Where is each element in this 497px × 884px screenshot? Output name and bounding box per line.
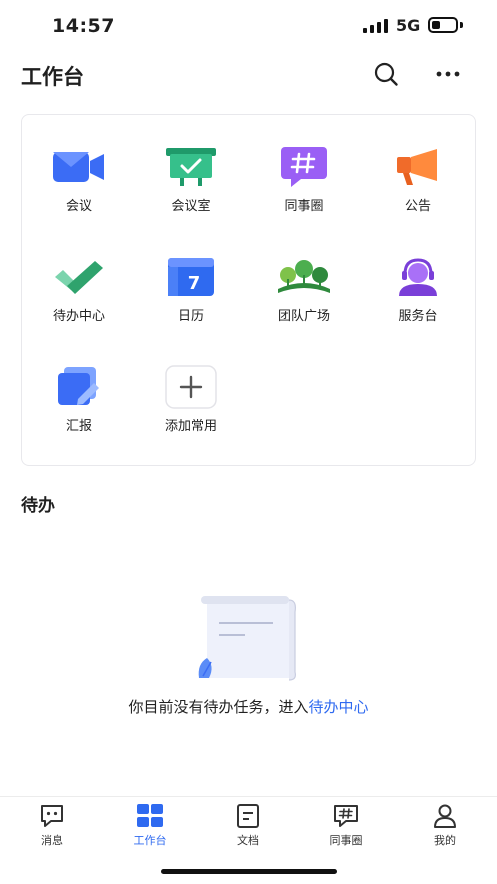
tab-documents[interactable]: 文档	[208, 803, 288, 849]
app-add-favorite[interactable]: 添加常用	[136, 347, 246, 437]
home-indicator	[161, 869, 337, 874]
app-label: 团队广场	[277, 309, 330, 324]
video-camera-icon	[49, 145, 109, 189]
plus-icon	[161, 365, 221, 409]
megaphone-icon	[388, 145, 448, 189]
empty-todo-message: 你目前没有待办任务，进入待办中心	[0, 696, 497, 717]
app-service-desk[interactable]: 服务台	[363, 237, 473, 327]
apps-card: 会议 会议室 同事圈 公告 待办中心 7 日历 团队广场 服务台 汇报 添加常用	[21, 114, 476, 466]
app-label: 添加常用	[164, 419, 217, 434]
tab-label: 消息	[41, 834, 63, 847]
report-edit-icon	[49, 365, 109, 409]
header: 工作台	[0, 52, 497, 96]
app-label: 待办中心	[52, 309, 105, 324]
page-title: 工作台	[21, 65, 84, 89]
app-colleague-circle[interactable]: 同事圈	[249, 127, 359, 217]
headset-agent-icon	[388, 255, 448, 299]
app-label: 汇报	[65, 419, 92, 434]
tab-colleague-circle[interactable]: 同事圈	[306, 803, 386, 849]
app-meeting[interactable]: 会议	[24, 127, 134, 217]
tab-label: 工作台	[133, 834, 167, 847]
app-label: 服务台	[398, 309, 438, 324]
message-icon	[38, 803, 66, 829]
app-team-plaza[interactable]: 团队广场	[249, 237, 359, 327]
tab-me[interactable]: 我的	[405, 803, 485, 849]
network-type: 5G	[396, 16, 421, 35]
tab-label: 文档	[237, 834, 259, 847]
app-label: 同事圈	[284, 199, 324, 214]
app-label: 会议	[65, 199, 92, 214]
calendar-day: 7	[188, 273, 201, 294]
app-label: 会议室	[171, 199, 211, 214]
app-label: 公告	[404, 199, 431, 214]
app-calendar[interactable]: 7 日历	[136, 237, 246, 327]
empty-todo-text: 你目前没有待办任务，进入	[128, 698, 309, 716]
more-icon	[436, 71, 460, 77]
battery-icon	[428, 17, 458, 33]
meeting-room-icon	[161, 145, 221, 189]
hashtag-chat-icon	[332, 803, 360, 829]
app-report[interactable]: 汇报	[24, 347, 134, 437]
workbench-grid-icon	[136, 803, 164, 829]
user-icon	[431, 803, 459, 829]
checkmark-icon	[49, 255, 109, 299]
calendar-icon: 7	[161, 255, 221, 299]
tab-workbench[interactable]: 工作台	[110, 803, 190, 849]
tab-label: 同事圈	[329, 834, 363, 847]
search-button[interactable]	[368, 56, 404, 92]
tab-label: 我的	[434, 834, 456, 847]
app-meeting-room[interactable]: 会议室	[136, 127, 246, 217]
app-label: 日历	[177, 309, 204, 324]
search-icon	[374, 62, 398, 86]
hashtag-chat-icon	[274, 145, 334, 189]
status-time: 14:57	[52, 15, 115, 37]
app-todo-center[interactable]: 待办中心	[24, 237, 134, 327]
more-button[interactable]	[430, 56, 466, 92]
tab-messages[interactable]: 消息	[12, 803, 92, 849]
todo-section-title: 待办	[21, 496, 55, 516]
app-announcement[interactable]: 公告	[363, 127, 473, 217]
signal-icon	[363, 19, 389, 33]
empty-scroll-icon	[198, 596, 296, 681]
todo-center-link[interactable]: 待办中心	[309, 698, 369, 716]
team-plaza-icon	[274, 255, 334, 299]
battery-cap	[460, 22, 463, 28]
document-icon	[234, 803, 262, 829]
status-bar: 14:57 5G	[0, 0, 497, 52]
